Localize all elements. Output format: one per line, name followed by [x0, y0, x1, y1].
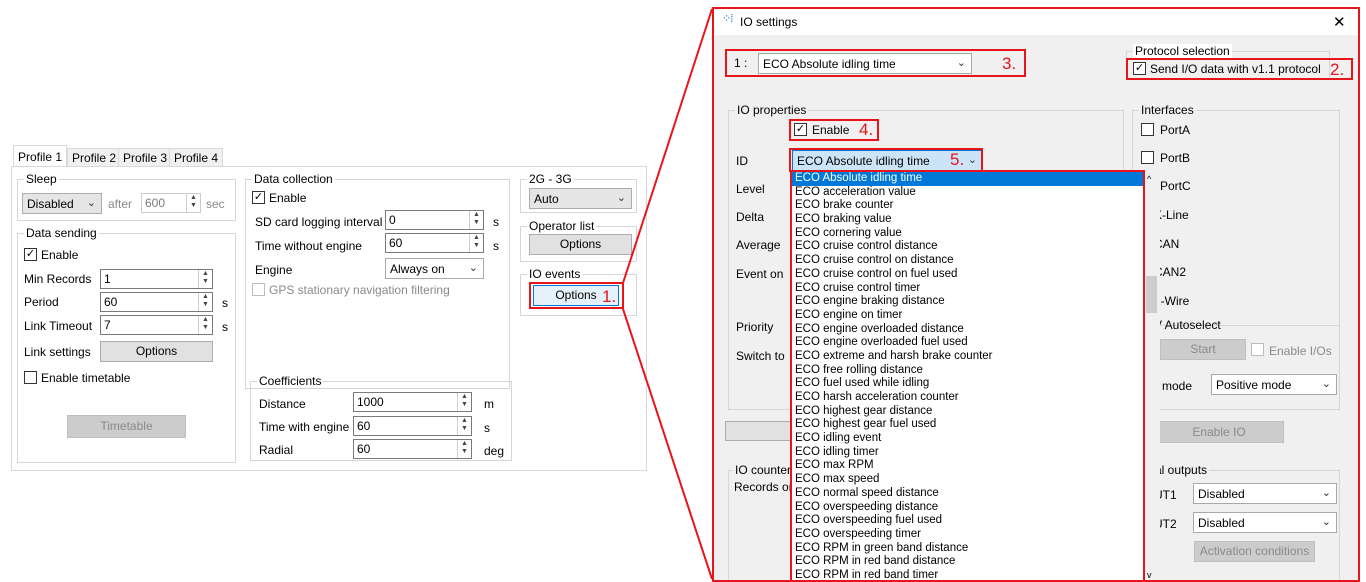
average-label: Average	[736, 238, 781, 252]
protocol-label: Send I/O data with v1.1 protocol	[1150, 62, 1321, 76]
callout-number-5: 5.	[950, 150, 965, 169]
start-button[interactable]: Start	[1160, 339, 1246, 360]
scrollbar-thumb[interactable]	[1146, 276, 1157, 313]
porta-label: PortA	[1160, 123, 1191, 137]
autoselect-title: V Autoselect	[1154, 318, 1221, 332]
mode-select[interactable]: Positive mode ⌄	[1211, 374, 1337, 395]
event-on-label: Event on	[736, 267, 784, 281]
portb-checkbox[interactable]	[1141, 151, 1154, 164]
out1-value: Disabled	[1198, 487, 1245, 501]
priority-label: Priority	[736, 320, 774, 334]
out2-select[interactable]: Disabled ⌄	[1193, 512, 1337, 533]
close-icon[interactable]: ✕	[1333, 13, 1346, 31]
callout-box-dropdown	[790, 170, 1145, 580]
chevron-down-icon: ⌄	[1321, 516, 1331, 528]
portb-label: PortB	[1160, 151, 1191, 165]
chevron-down-icon: ⌄	[1321, 487, 1331, 499]
callout-number-2: 2.	[1330, 60, 1345, 79]
enable-io-button[interactable]: Enable IO	[1154, 421, 1284, 443]
io-select[interactable]: ECO Absolute idling time ⌄	[758, 53, 972, 74]
scroll-up-icon[interactable]: ^	[1147, 174, 1151, 184]
mode-value: Positive mode	[1216, 378, 1292, 392]
chevron-down-icon: ⌄	[956, 57, 966, 69]
delta-label: Delta	[736, 210, 765, 224]
io-properties-title: IO properties	[735, 103, 809, 117]
app-logo-icon: ⁘⁞	[722, 13, 733, 25]
switch-to-label: Switch to	[736, 349, 785, 363]
io-settings-dialog: ⁘⁞ IO settings ✕ 1 : ECO Absolute idling…	[712, 7, 1360, 582]
protocol-checkbox[interactable]: ✓	[1133, 62, 1146, 75]
protocol-title: Protocol selection	[1133, 44, 1232, 58]
io-enable-checkbox[interactable]: ✓	[794, 123, 807, 136]
activation-conditions-button[interactable]: Activation conditions	[1194, 541, 1315, 562]
id-label: ID	[736, 154, 748, 168]
callout-number-4: 4.	[859, 120, 874, 139]
dropdown-scrollbar[interactable]: ^ v	[1143, 172, 1160, 580]
level-label: Level	[736, 182, 765, 196]
callout-number-3: 3.	[1002, 54, 1017, 73]
title-bar: ⁘⁞ IO settings ✕	[714, 9, 1358, 35]
enable-ios-label: Enable I/Os	[1269, 344, 1332, 358]
out2-value: Disabled	[1198, 516, 1245, 530]
enable-ios-checkbox[interactable]	[1251, 343, 1264, 356]
io-enable-label: Enable	[812, 123, 850, 137]
chevron-down-icon: ⌄	[1321, 378, 1331, 390]
dialog-title: IO settings	[740, 15, 798, 29]
connector-line-bottom	[622, 308, 713, 579]
records-on-label: Records on	[734, 480, 796, 494]
io-index: 1 :	[734, 56, 748, 70]
porta-checkbox[interactable]	[1141, 123, 1154, 136]
outputs-title: al outputs	[1153, 463, 1210, 477]
partial-button[interactable]	[725, 421, 795, 441]
portc-label: PortC	[1160, 179, 1191, 193]
interfaces-title: Interfaces	[1139, 103, 1196, 117]
out1-select[interactable]: Disabled ⌄	[1193, 483, 1337, 504]
connector-line-top	[622, 8, 713, 284]
io-select-value: ECO Absolute idling time	[763, 57, 896, 71]
